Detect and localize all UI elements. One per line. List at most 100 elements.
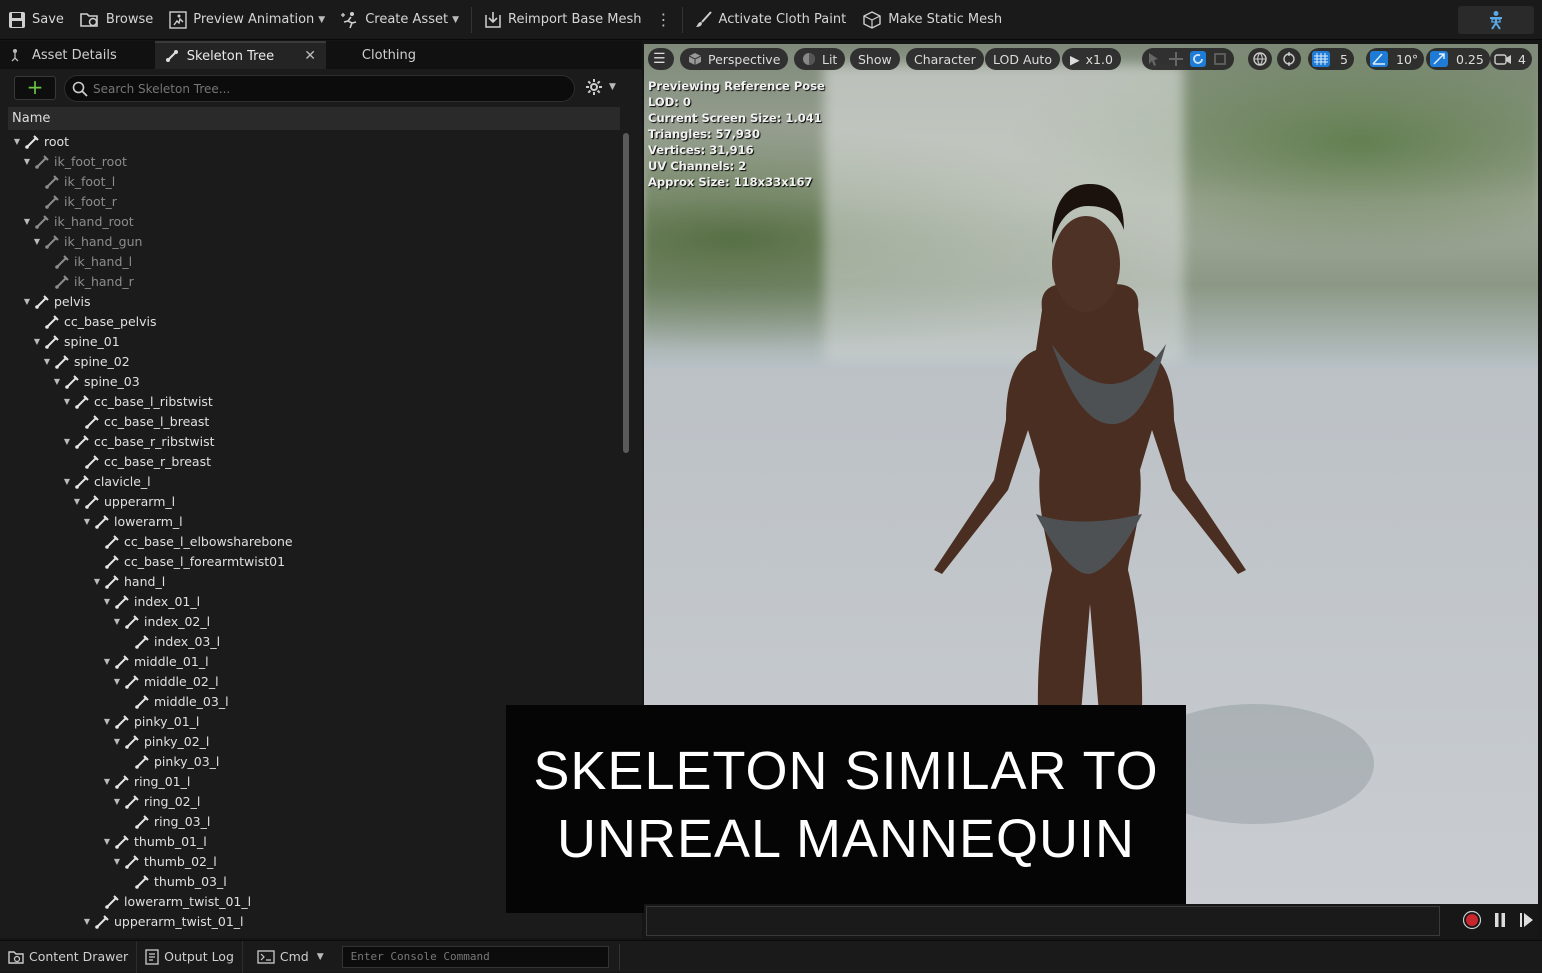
tree-row-ik-hand-root[interactable]: ▼ ik_hand_root bbox=[22, 212, 134, 232]
skeleton-mode-button[interactable] bbox=[1458, 6, 1534, 34]
expand-arrow-icon[interactable]: ▼ bbox=[112, 612, 122, 632]
expand-arrow-icon[interactable]: ▼ bbox=[82, 512, 92, 532]
tree-row-ik-foot-root[interactable]: ▼ ik_foot_root bbox=[22, 152, 127, 172]
tree-row-pinky-03-l[interactable]: pinky_03_l bbox=[122, 752, 219, 772]
viewport-menu-button[interactable]: ☰ bbox=[648, 48, 674, 70]
expand-arrow-icon[interactable]: ▼ bbox=[112, 732, 122, 752]
create-asset-button[interactable]: Create Asset ▼ bbox=[333, 0, 467, 40]
world-local-toggle[interactable] bbox=[1248, 48, 1272, 70]
tree-row-upperarm-l[interactable]: ▼ upperarm_l bbox=[72, 492, 175, 512]
more-options-icon[interactable]: ⋮ bbox=[650, 10, 678, 29]
tree-row-ik-foot-l[interactable]: ik_foot_l bbox=[32, 172, 115, 192]
tree-row-middle-03-l[interactable]: middle_03_l bbox=[122, 692, 229, 712]
tree-row-ring-01-l[interactable]: ▼ ring_01_l bbox=[102, 772, 190, 792]
expand-arrow-icon[interactable]: ▼ bbox=[62, 472, 72, 492]
expand-arrow-icon[interactable]: ▼ bbox=[52, 372, 62, 392]
tree-row-cc-base-l-breast[interactable]: cc_base_l_breast bbox=[72, 412, 209, 432]
expand-arrow-icon[interactable]: ▼ bbox=[42, 352, 52, 372]
timeline-scrubber[interactable] bbox=[646, 906, 1440, 936]
expand-arrow-icon[interactable]: ▼ bbox=[32, 332, 42, 352]
expand-arrow-icon[interactable]: ▼ bbox=[72, 492, 82, 512]
tree-row-cc-base-pelvis[interactable]: cc_base_pelvis bbox=[32, 312, 157, 332]
scale-snap-button[interactable]: 0.25 bbox=[1426, 48, 1490, 70]
expand-arrow-icon[interactable]: ▼ bbox=[62, 392, 72, 412]
tab-asset-details[interactable]: Asset Details bbox=[0, 41, 127, 69]
tree-row-ik-hand-gun[interactable]: ▼ ik_hand_gun bbox=[32, 232, 143, 252]
tree-row-middle-01-l[interactable]: ▼ middle_01_l bbox=[102, 652, 209, 672]
cmd-button[interactable]: Cmd ▼ bbox=[243, 941, 332, 973]
expand-arrow-icon[interactable]: ▼ bbox=[102, 652, 112, 672]
expand-arrow-icon[interactable]: ▼ bbox=[102, 832, 112, 852]
tree-row-index-01-l[interactable]: ▼ index_01_l bbox=[102, 592, 200, 612]
save-button[interactable]: Save bbox=[0, 0, 72, 40]
search-input[interactable] bbox=[93, 81, 553, 96]
tree-settings-button[interactable]: ▼ bbox=[585, 78, 616, 96]
camera-speed-button[interactable]: 4 bbox=[1490, 48, 1532, 70]
preview-animation-button[interactable]: Preview Animation ▼ bbox=[161, 0, 333, 40]
playback-speed-button[interactable]: ▶ x1.0 bbox=[1062, 48, 1121, 70]
select-tool-icon[interactable] bbox=[1146, 51, 1162, 67]
close-tab-icon[interactable]: ✕ bbox=[304, 48, 316, 64]
surface-snap-toggle[interactable] bbox=[1277, 48, 1301, 70]
tree-row-pinky-02-l[interactable]: ▼ pinky_02_l bbox=[112, 732, 209, 752]
tree-row-ring-03-l[interactable]: ring_03_l bbox=[122, 812, 210, 832]
tree-row-spine-03[interactable]: ▼ spine_03 bbox=[52, 372, 140, 392]
output-log-button[interactable]: Output Log bbox=[137, 940, 243, 973]
expand-arrow-icon[interactable]: ▼ bbox=[82, 912, 92, 932]
lit-button[interactable]: Lit bbox=[794, 48, 846, 70]
tree-row-thumb-03-l[interactable]: thumb_03_l bbox=[122, 872, 227, 892]
tree-row-index-03-l[interactable]: index_03_l bbox=[122, 632, 220, 652]
browse-button[interactable]: Browse bbox=[72, 0, 161, 40]
perspective-button[interactable]: Perspective bbox=[680, 48, 789, 70]
tree-row-cc-base-r-breast[interactable]: cc_base_r_breast bbox=[72, 452, 211, 472]
content-drawer-button[interactable]: Content Drawer bbox=[0, 940, 138, 973]
pause-icon[interactable] bbox=[1492, 910, 1508, 930]
tree-row-root[interactable]: ▼ root bbox=[12, 132, 69, 152]
tree-row-thumb-01-l[interactable]: ▼ thumb_01_l bbox=[102, 832, 207, 852]
grid-snap-button[interactable]: 5 bbox=[1308, 48, 1354, 70]
console-command-input[interactable]: Enter Console Command bbox=[341, 945, 609, 968]
tree-row-cc-base-r-ribstwist[interactable]: ▼ cc_base_r_ribstwist bbox=[62, 432, 215, 452]
expand-arrow-icon[interactable]: ▼ bbox=[102, 592, 112, 612]
tree-row-ik-hand-l[interactable]: ik_hand_l bbox=[42, 252, 132, 272]
tree-row-hand-l[interactable]: ▼ hand_l bbox=[92, 572, 165, 592]
tab-skeleton-tree[interactable]: Skeleton Tree ✕ bbox=[154, 41, 326, 69]
translate-tool-icon[interactable] bbox=[1168, 51, 1184, 67]
expand-arrow-icon[interactable]: ▼ bbox=[92, 572, 102, 592]
expand-arrow-icon[interactable]: ▼ bbox=[102, 712, 112, 732]
tree-row-spine-01[interactable]: ▼ spine_01 bbox=[32, 332, 120, 352]
tree-row-ring-02-l[interactable]: ▼ ring_02_l bbox=[112, 792, 200, 812]
expand-arrow-icon[interactable]: ▼ bbox=[112, 852, 122, 872]
scale-tool-icon[interactable] bbox=[1212, 51, 1228, 67]
tree-row-upperarm-twist-01-l[interactable]: ▼ upperarm_twist_01_l bbox=[82, 912, 244, 932]
expand-arrow-icon[interactable]: ▼ bbox=[22, 212, 32, 232]
tree-row-pelvis[interactable]: ▼ pelvis bbox=[22, 292, 91, 312]
expand-arrow-icon[interactable]: ▼ bbox=[112, 792, 122, 812]
reimport-base-mesh-button[interactable]: Reimport Base Mesh bbox=[476, 0, 650, 40]
rotate-tool-icon[interactable] bbox=[1190, 51, 1206, 67]
expand-arrow-icon[interactable]: ▼ bbox=[22, 152, 32, 172]
activate-cloth-paint-button[interactable]: Activate Cloth Paint bbox=[687, 0, 855, 40]
tree-row-thumb-02-l[interactable]: ▼ thumb_02_l bbox=[112, 852, 217, 872]
add-button[interactable]: + bbox=[14, 76, 56, 100]
name-column-header[interactable]: Name bbox=[8, 107, 620, 130]
tree-row-pinky-01-l[interactable]: ▼ pinky_01_l bbox=[102, 712, 199, 732]
tree-row-cc-base-l-ribstwist[interactable]: ▼ cc_base_l_ribstwist bbox=[62, 392, 213, 412]
tab-clothing[interactable]: Clothing bbox=[352, 41, 426, 69]
tree-row-ik-foot-r[interactable]: ik_foot_r bbox=[32, 192, 117, 212]
expand-arrow-icon[interactable]: ▼ bbox=[22, 292, 32, 312]
tree-row-ik-hand-r[interactable]: ik_hand_r bbox=[42, 272, 134, 292]
tree-row-cc-base-l-forearmtwist01[interactable]: cc_base_l_forearmtwist01 bbox=[92, 552, 285, 572]
expand-arrow-icon[interactable]: ▼ bbox=[62, 432, 72, 452]
expand-arrow-icon[interactable]: ▼ bbox=[112, 672, 122, 692]
tree-row-middle-02-l[interactable]: ▼ middle_02_l bbox=[112, 672, 219, 692]
tree-row-lowerarm-twist-01-l[interactable]: lowerarm_twist_01_l bbox=[92, 892, 251, 912]
expand-arrow-icon[interactable]: ▼ bbox=[102, 772, 112, 792]
tree-row-clavicle-l[interactable]: ▼ clavicle_l bbox=[62, 472, 151, 492]
lod-button[interactable]: LOD Auto bbox=[985, 48, 1060, 70]
expand-arrow-icon[interactable]: ▼ bbox=[12, 132, 22, 152]
tree-scrollbar[interactable] bbox=[623, 133, 629, 453]
tree-row-spine-02[interactable]: ▼ spine_02 bbox=[42, 352, 130, 372]
step-forward-icon[interactable] bbox=[1518, 910, 1534, 930]
tree-row-lowerarm-l[interactable]: ▼ lowerarm_l bbox=[82, 512, 183, 532]
